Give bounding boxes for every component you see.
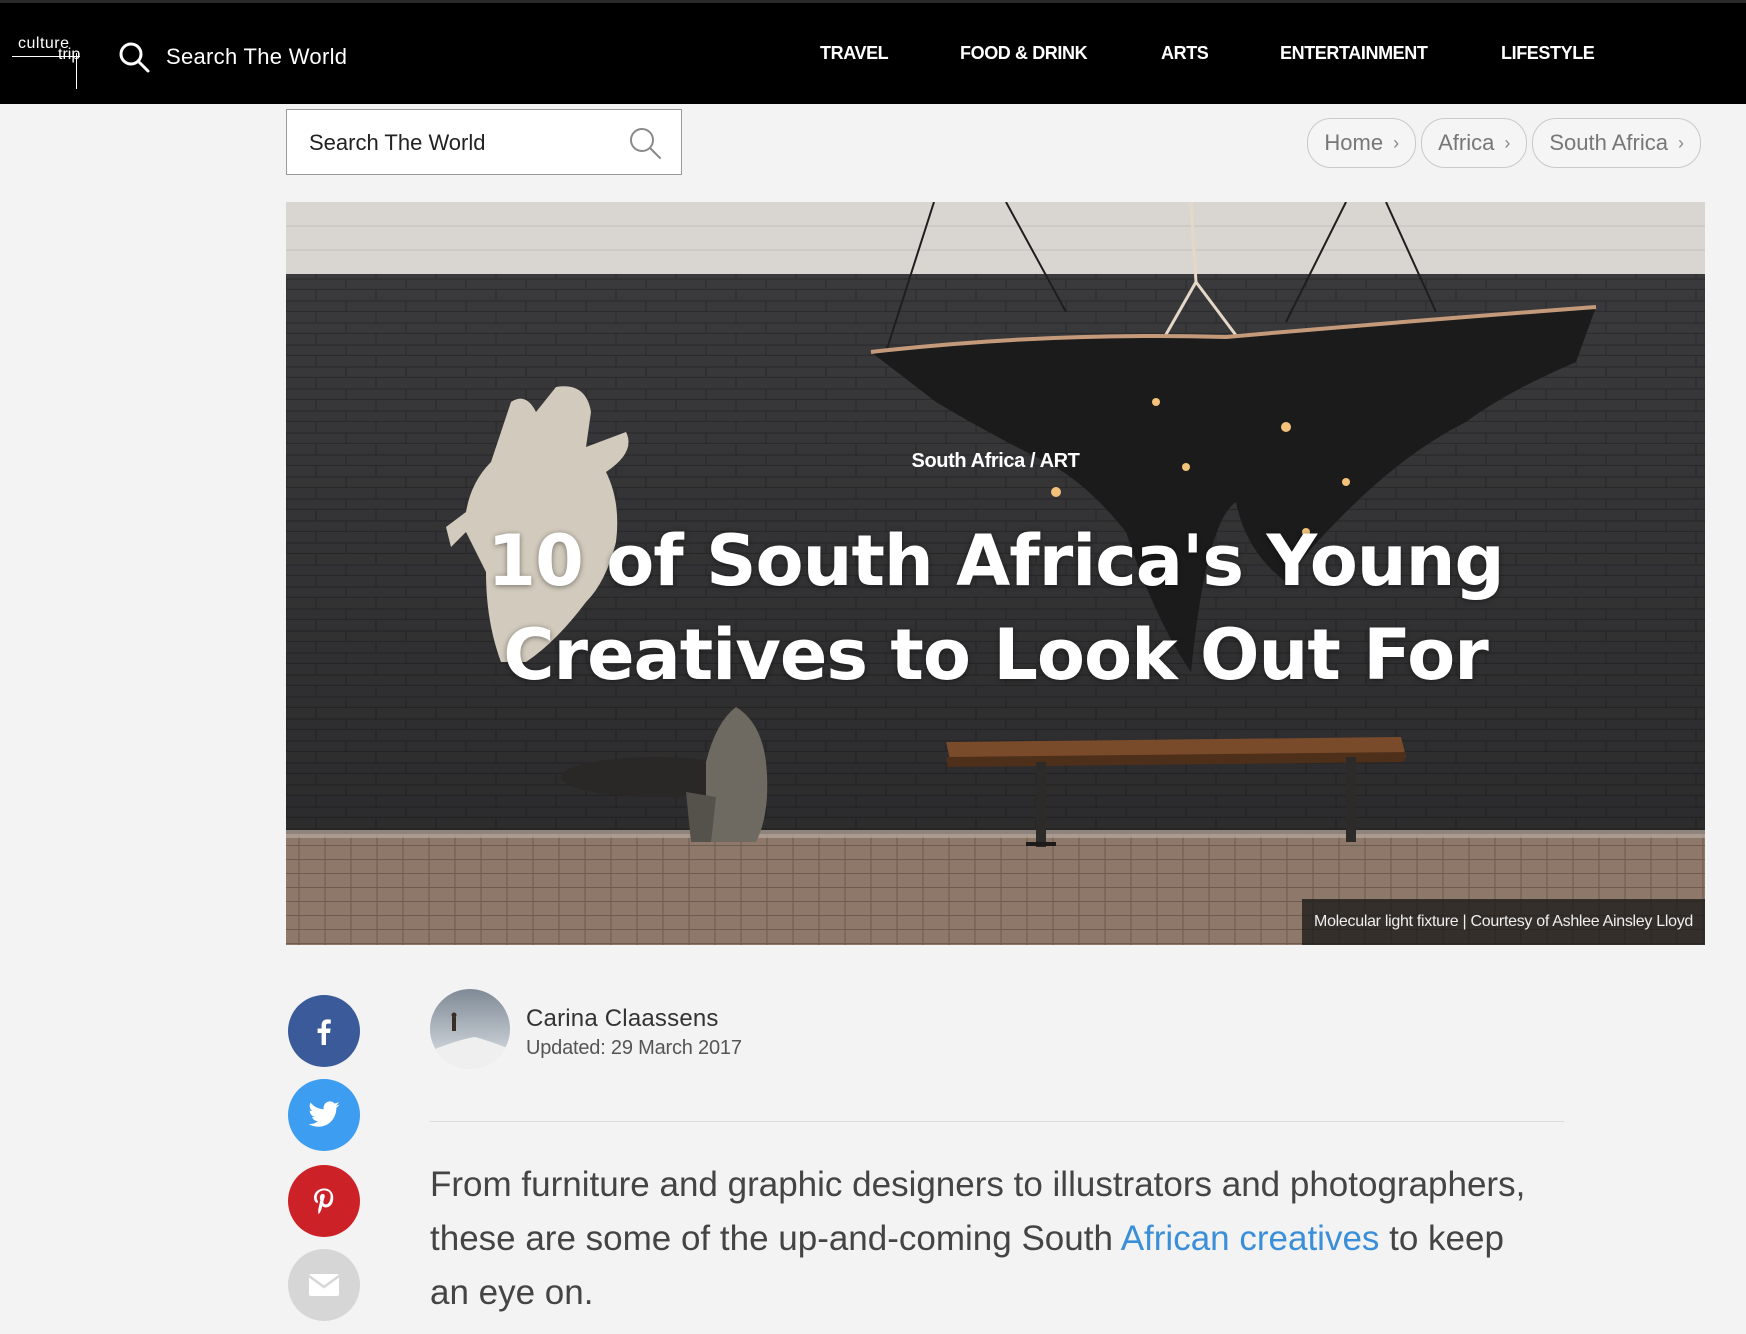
breadcrumb: Home › Africa › South Africa › — [1307, 118, 1701, 168]
top-navbar: culture trip Search The World TRAVEL FOO… — [0, 0, 1746, 104]
page-title: 10 of South Africa's Young Creatives to … — [286, 514, 1705, 702]
main-nav: TRAVEL FOOD & DRINK ARTS ENTERTAINMENT L… — [0, 43, 1746, 73]
share-twitter-button[interactable] — [288, 1079, 360, 1151]
twitter-icon — [308, 1101, 340, 1127]
updated-date: Updated: 29 March 2017 — [526, 1037, 742, 1059]
nav-lifestyle[interactable]: LIFESTYLE — [1501, 43, 1595, 64]
breadcrumb-home[interactable]: Home › — [1307, 118, 1417, 168]
nav-food-drink[interactable]: FOOD & DRINK — [960, 43, 1088, 64]
title-line: 10 of South Africa's Young — [487, 520, 1504, 602]
pinterest-icon — [314, 1188, 334, 1215]
email-icon — [308, 1274, 340, 1296]
article-intro: From furniture and graphic designers to … — [430, 1158, 1550, 1320]
divider — [430, 1121, 1564, 1122]
search-icon[interactable] — [627, 125, 663, 161]
title-line: Creatives to Look Out For — [503, 614, 1489, 696]
chevron-right-icon: › — [1504, 132, 1511, 153]
african-creatives-link[interactable]: African creatives — [1121, 1219, 1380, 1258]
breadcrumb-label: South Africa — [1549, 130, 1668, 155]
share-facebook-button[interactable] — [288, 995, 360, 1067]
avatar[interactable] — [430, 989, 510, 1069]
breadcrumb-label: Africa — [1438, 130, 1495, 155]
search-input[interactable] — [309, 126, 609, 160]
share-pinterest-button[interactable] — [288, 1165, 360, 1237]
author-photo — [430, 989, 510, 1069]
article-category[interactable]: South Africa / ART — [286, 450, 1705, 473]
facebook-icon — [317, 1019, 331, 1045]
nav-arts[interactable]: ARTS — [1161, 43, 1209, 64]
author-name[interactable]: Carina Claassens — [526, 1005, 719, 1033]
search-box — [286, 109, 682, 175]
chevron-right-icon: › — [1393, 132, 1400, 153]
share-email-button[interactable] — [288, 1249, 360, 1321]
chevron-right-icon: › — [1678, 132, 1684, 153]
breadcrumb-south-africa[interactable]: South Africa › — [1532, 118, 1701, 168]
breadcrumb-africa[interactable]: Africa › — [1421, 118, 1528, 168]
nav-entertainment[interactable]: ENTERTAINMENT — [1280, 43, 1428, 64]
hero-image: South Africa / ART 10 of South Africa's … — [286, 202, 1705, 945]
image-caption: Molecular light fixture | Courtesy of As… — [1302, 899, 1705, 945]
nav-travel[interactable]: TRAVEL — [820, 43, 889, 64]
breadcrumb-label: Home — [1324, 130, 1384, 155]
